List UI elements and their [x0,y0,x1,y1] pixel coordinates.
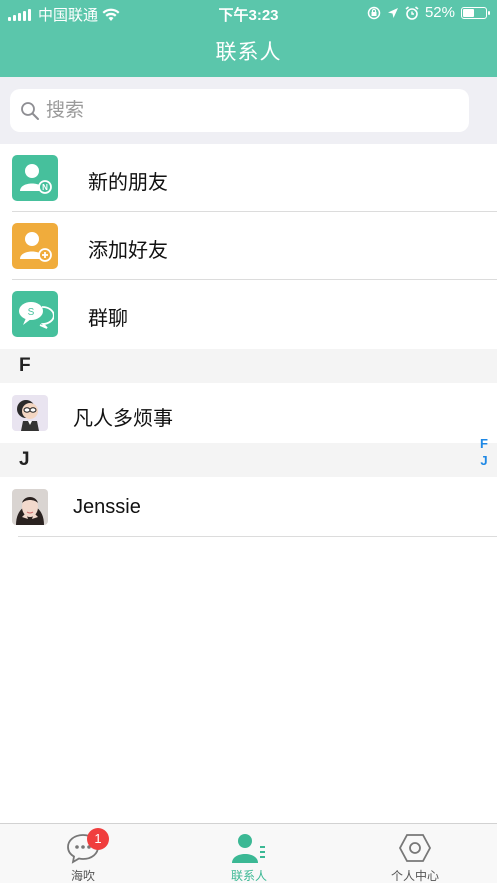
section-header-f: F [0,349,497,383]
tab-label: 个人中心 [390,869,439,883]
group-chat-icon: S [12,291,58,337]
contact-name: Jenssie [73,496,141,518]
contacts-icon [232,834,265,863]
battery-icon [461,6,490,19]
section-header-j: J [0,443,497,477]
new-friends-row[interactable]: N 新的朋友 [0,144,497,212]
alarm-icon [405,5,419,20]
page-title: 联系人 [215,41,282,64]
tab-profile[interactable]: 个人中心 [332,824,497,883]
tab-bar: 1 海吹 联系人 个人中心 [0,823,497,883]
search-icon [21,101,39,120]
svg-text:N: N [42,183,48,192]
svg-text:S: S [28,307,35,318]
index-letter-f[interactable]: F [480,435,488,452]
search-input[interactable] [46,99,426,122]
group-chat-label: 群聊 [88,308,128,330]
rotation-lock-icon [367,6,381,19]
add-friend-row[interactable]: 添加好友 [0,212,497,280]
contact-name: 凡人多烦事 [73,408,173,430]
tab-contacts[interactable]: 联系人 [166,824,332,883]
avatar [12,395,48,431]
contact-row[interactable]: Jenssie [0,477,497,537]
hexagon-icon [398,834,432,862]
status-bar: 中国联通 下午3:23 52% [0,0,497,26]
unread-badge: 1 [87,828,109,850]
group-chat-row[interactable]: S 群聊 [0,280,497,348]
add-friend-label: 添加好友 [88,240,168,262]
search-box[interactable] [10,89,469,132]
battery-percent: 52% [424,4,455,21]
alphabet-index[interactable]: F J [477,435,491,469]
location-icon [387,7,398,18]
contact-row[interactable]: 凡人多烦事 [0,383,497,443]
avatar [12,489,48,525]
new-friends-label: 新的朋友 [88,172,168,194]
tab-haichui[interactable]: 1 海吹 [0,824,166,883]
tab-label: 海吹 [70,869,95,883]
add-friend-icon [12,223,58,269]
search-bar-container [0,77,497,144]
nav-header: 中国联通 下午3:23 52% 联系人 [0,0,497,77]
new-friend-icon: N [12,155,58,201]
tab-label: 联系人 [230,869,267,883]
index-letter-j[interactable]: J [480,452,487,469]
divider [18,536,497,537]
